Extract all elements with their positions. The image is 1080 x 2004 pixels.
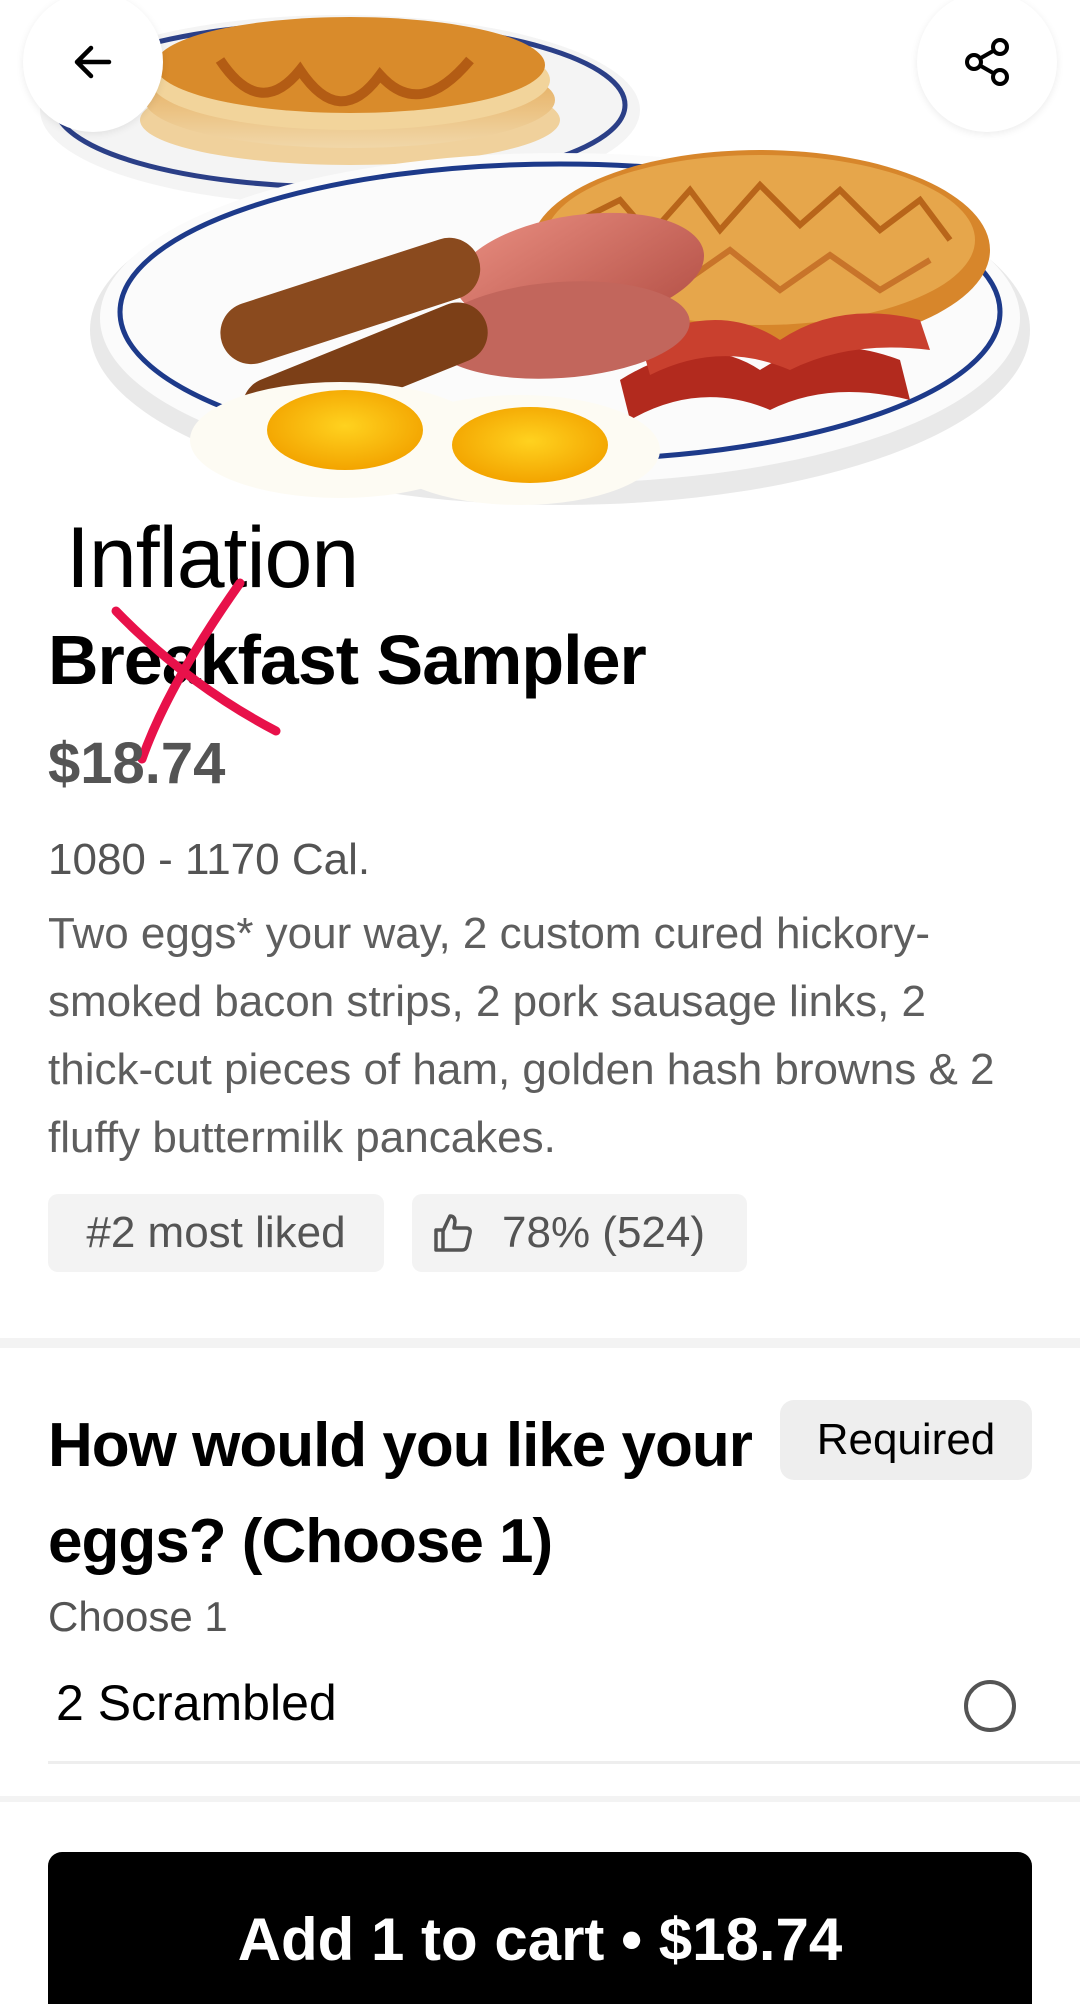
- required-badge: Required: [780, 1400, 1032, 1480]
- likes-badge: 78% (524): [412, 1194, 747, 1272]
- add-to-cart-button[interactable]: Add 1 to cart • $18.74: [48, 1852, 1032, 2004]
- share-icon: [960, 35, 1014, 89]
- radio-button[interactable]: [964, 1680, 1016, 1732]
- item-description: Two eggs* your way, 2 custom cured hicko…: [48, 909, 995, 1162]
- item-calories: 1080 - 1170 Cal.: [48, 835, 371, 884]
- section-divider-thin: [0, 1796, 1080, 1802]
- item-detail-page: Inflation Breakfast Sampler $18.74 1080 …: [0, 0, 1080, 2004]
- option-label: 2 Scrambled: [56, 1675, 337, 1731]
- handwritten-annotation: Inflation: [66, 510, 359, 606]
- option-2-scrambled[interactable]: 2 Scrambled: [48, 1660, 1080, 1764]
- rank-badge-label: #2 most liked: [86, 1208, 346, 1257]
- item-price: $18.74: [48, 731, 226, 796]
- food-image: [0, 0, 1080, 560]
- section-divider: [0, 1338, 1080, 1348]
- add-to-cart-label: Add 1 to cart • $18.74: [237, 1906, 843, 1973]
- thumbs-up-icon: [430, 1210, 476, 1256]
- arrow-left-icon: [69, 38, 117, 86]
- option-group-title: How would you like your eggs? (Choose 1): [48, 1411, 753, 1576]
- rank-badge: #2 most liked: [48, 1194, 384, 1272]
- option-group-subtitle: Choose 1: [48, 1593, 228, 1640]
- likes-badge-label: 78% (524): [502, 1208, 706, 1257]
- item-title: Breakfast Sampler: [48, 621, 647, 699]
